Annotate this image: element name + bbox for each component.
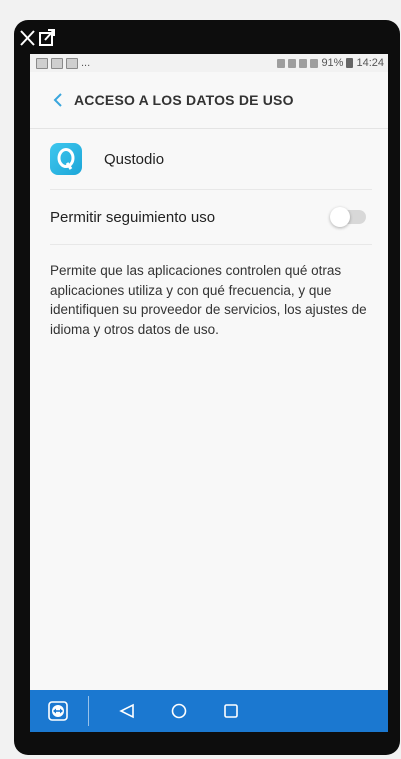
nav-home-icon [171, 703, 187, 719]
nav-recents-button[interactable] [211, 690, 251, 732]
wifi-icon [299, 58, 308, 68]
close-icon[interactable] [20, 30, 35, 46]
permission-description: Permite que las aplicaciones controlen q… [50, 263, 367, 337]
nav-recents-icon [224, 704, 238, 718]
navigation-bar [30, 690, 388, 732]
permission-label: Permitir seguimiento uso [50, 208, 216, 226]
signal-icon [310, 58, 319, 68]
window-controls [20, 27, 64, 49]
nav-divider [88, 696, 89, 726]
permission-row[interactable]: Permitir seguimiento uso [50, 190, 372, 245]
qustodio-app-icon [50, 143, 82, 175]
permission-toggle[interactable] [330, 207, 366, 227]
nav-back-button[interactable] [107, 690, 147, 732]
mute-icon [288, 58, 297, 68]
phone-screen: ... 91% 14:24 ACCESO A LOS DATOS DE USO … [30, 54, 388, 732]
bluetooth-icon [277, 58, 286, 68]
notification-icon [51, 57, 63, 69]
teamviewer-icon [48, 701, 68, 721]
app-name: Qustodio [104, 150, 165, 168]
battery-percent: 91% [321, 57, 344, 69]
nav-back-icon [119, 703, 134, 719]
battery-icon [346, 58, 354, 68]
teamviewer-button[interactable] [38, 690, 78, 732]
page-title: ACCESO A LOS DATOS DE USO [74, 92, 294, 108]
notification-icon [66, 57, 78, 69]
back-arrow-icon [53, 93, 62, 107]
more-notifications: ... [81, 57, 91, 69]
popout-icon[interactable] [39, 29, 55, 46]
status-bar: ... 91% 14:24 [30, 54, 388, 72]
app-header: ACCESO A LOS DATOS DE USO [30, 72, 388, 129]
notification-icon [36, 57, 48, 69]
back-button[interactable] [42, 80, 74, 120]
nav-home-button[interactable] [159, 690, 199, 732]
clock: 14:24 [356, 57, 384, 69]
toggle-knob [330, 207, 350, 227]
app-row[interactable]: Qustodio [50, 129, 372, 190]
